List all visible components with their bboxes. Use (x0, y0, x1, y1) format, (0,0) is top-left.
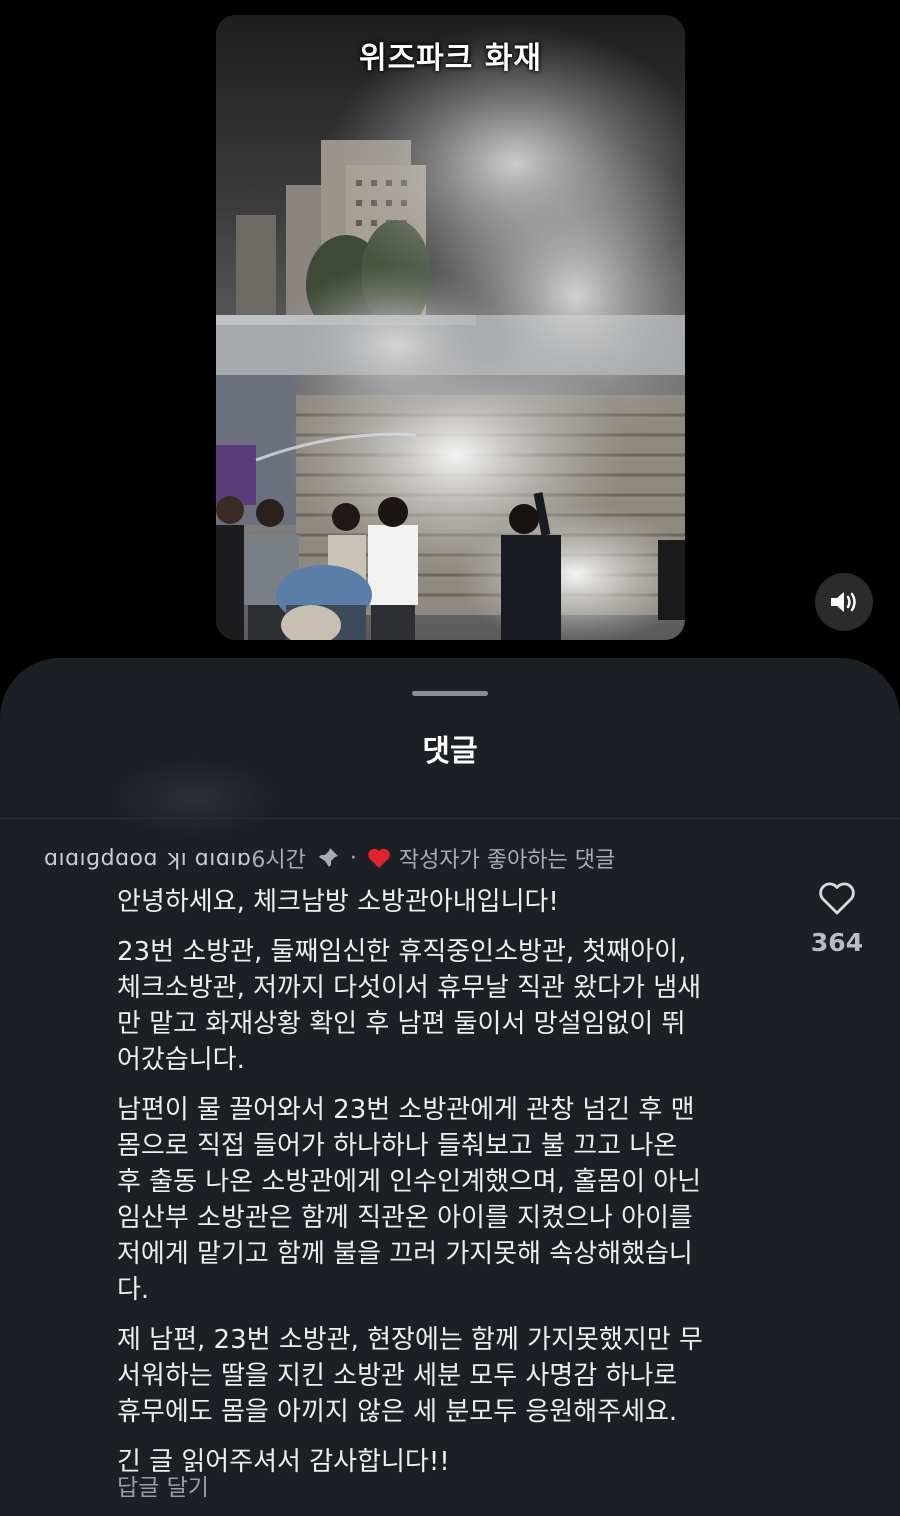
comment-paragraph: 남편이 물 끌어와서 23번 소방관에게 관창 넘긴 후 맨 몸으로 직접 들어… (117, 1095, 702, 1305)
creator-heart-icon (367, 847, 391, 869)
video-caption: 위즈파크 화재 (358, 41, 543, 76)
comment-body: 안녕하세요, 체크남방 소방관아내입니다! 23번 소방관, 둘째임신한 휴직중… (117, 884, 777, 1494)
comments-sheet: 댓글 ɑıɑıɡdɑoɑ ʞı ɑıɑıɒ 6시간 · 작성자가 좋아하는 댓글… (0, 658, 900, 1516)
divider (0, 818, 900, 819)
background-blur (110, 758, 280, 838)
mute-toggle-button[interactable] (815, 573, 873, 631)
speaker-icon (831, 592, 856, 612)
fire-scene-image (216, 15, 685, 640)
meta-separator: · (349, 845, 357, 871)
like-count: 364 (810, 928, 864, 957)
comment-paragraph: 23번 소방관, 둘째임신한 휴직중인소방관, 첫째아이, 체크소방관, 저까지… (117, 937, 702, 1075)
heart-outline-icon[interactable] (818, 882, 856, 916)
like-control[interactable]: 364 (806, 882, 868, 957)
liked-by-author-label: 작성자가 좋아하는 댓글 (398, 848, 616, 873)
pin-icon (316, 846, 340, 870)
comment-time: 6시간 (251, 848, 306, 873)
reply-button[interactable]: 답글 달기 (117, 1468, 209, 1502)
comment-paragraph: 제 남편, 23번 소방관, 현장에는 함께 가지못했지만 무 서워하는 딸을 … (117, 1325, 703, 1427)
sheet-drag-handle[interactable] (412, 691, 488, 696)
comment-paragraph: 긴 글 읽어주셔서 감사합니다!! (117, 1447, 450, 1477)
comment-meta: ɑıɑıɡdɑoɑ ʞı ɑıɑıɒ 6시간 · 작성자가 좋아하는 댓글 (44, 842, 615, 874)
comment-paragraph: 안녕하세요, 체크남방 소방관아내입니다! (117, 887, 559, 917)
comment-username[interactable]: ɑıɑıɡdɑoɑ ʞı ɑıɑıɒ (44, 846, 251, 871)
video-player[interactable]: 위즈파크 화재 (216, 15, 685, 640)
